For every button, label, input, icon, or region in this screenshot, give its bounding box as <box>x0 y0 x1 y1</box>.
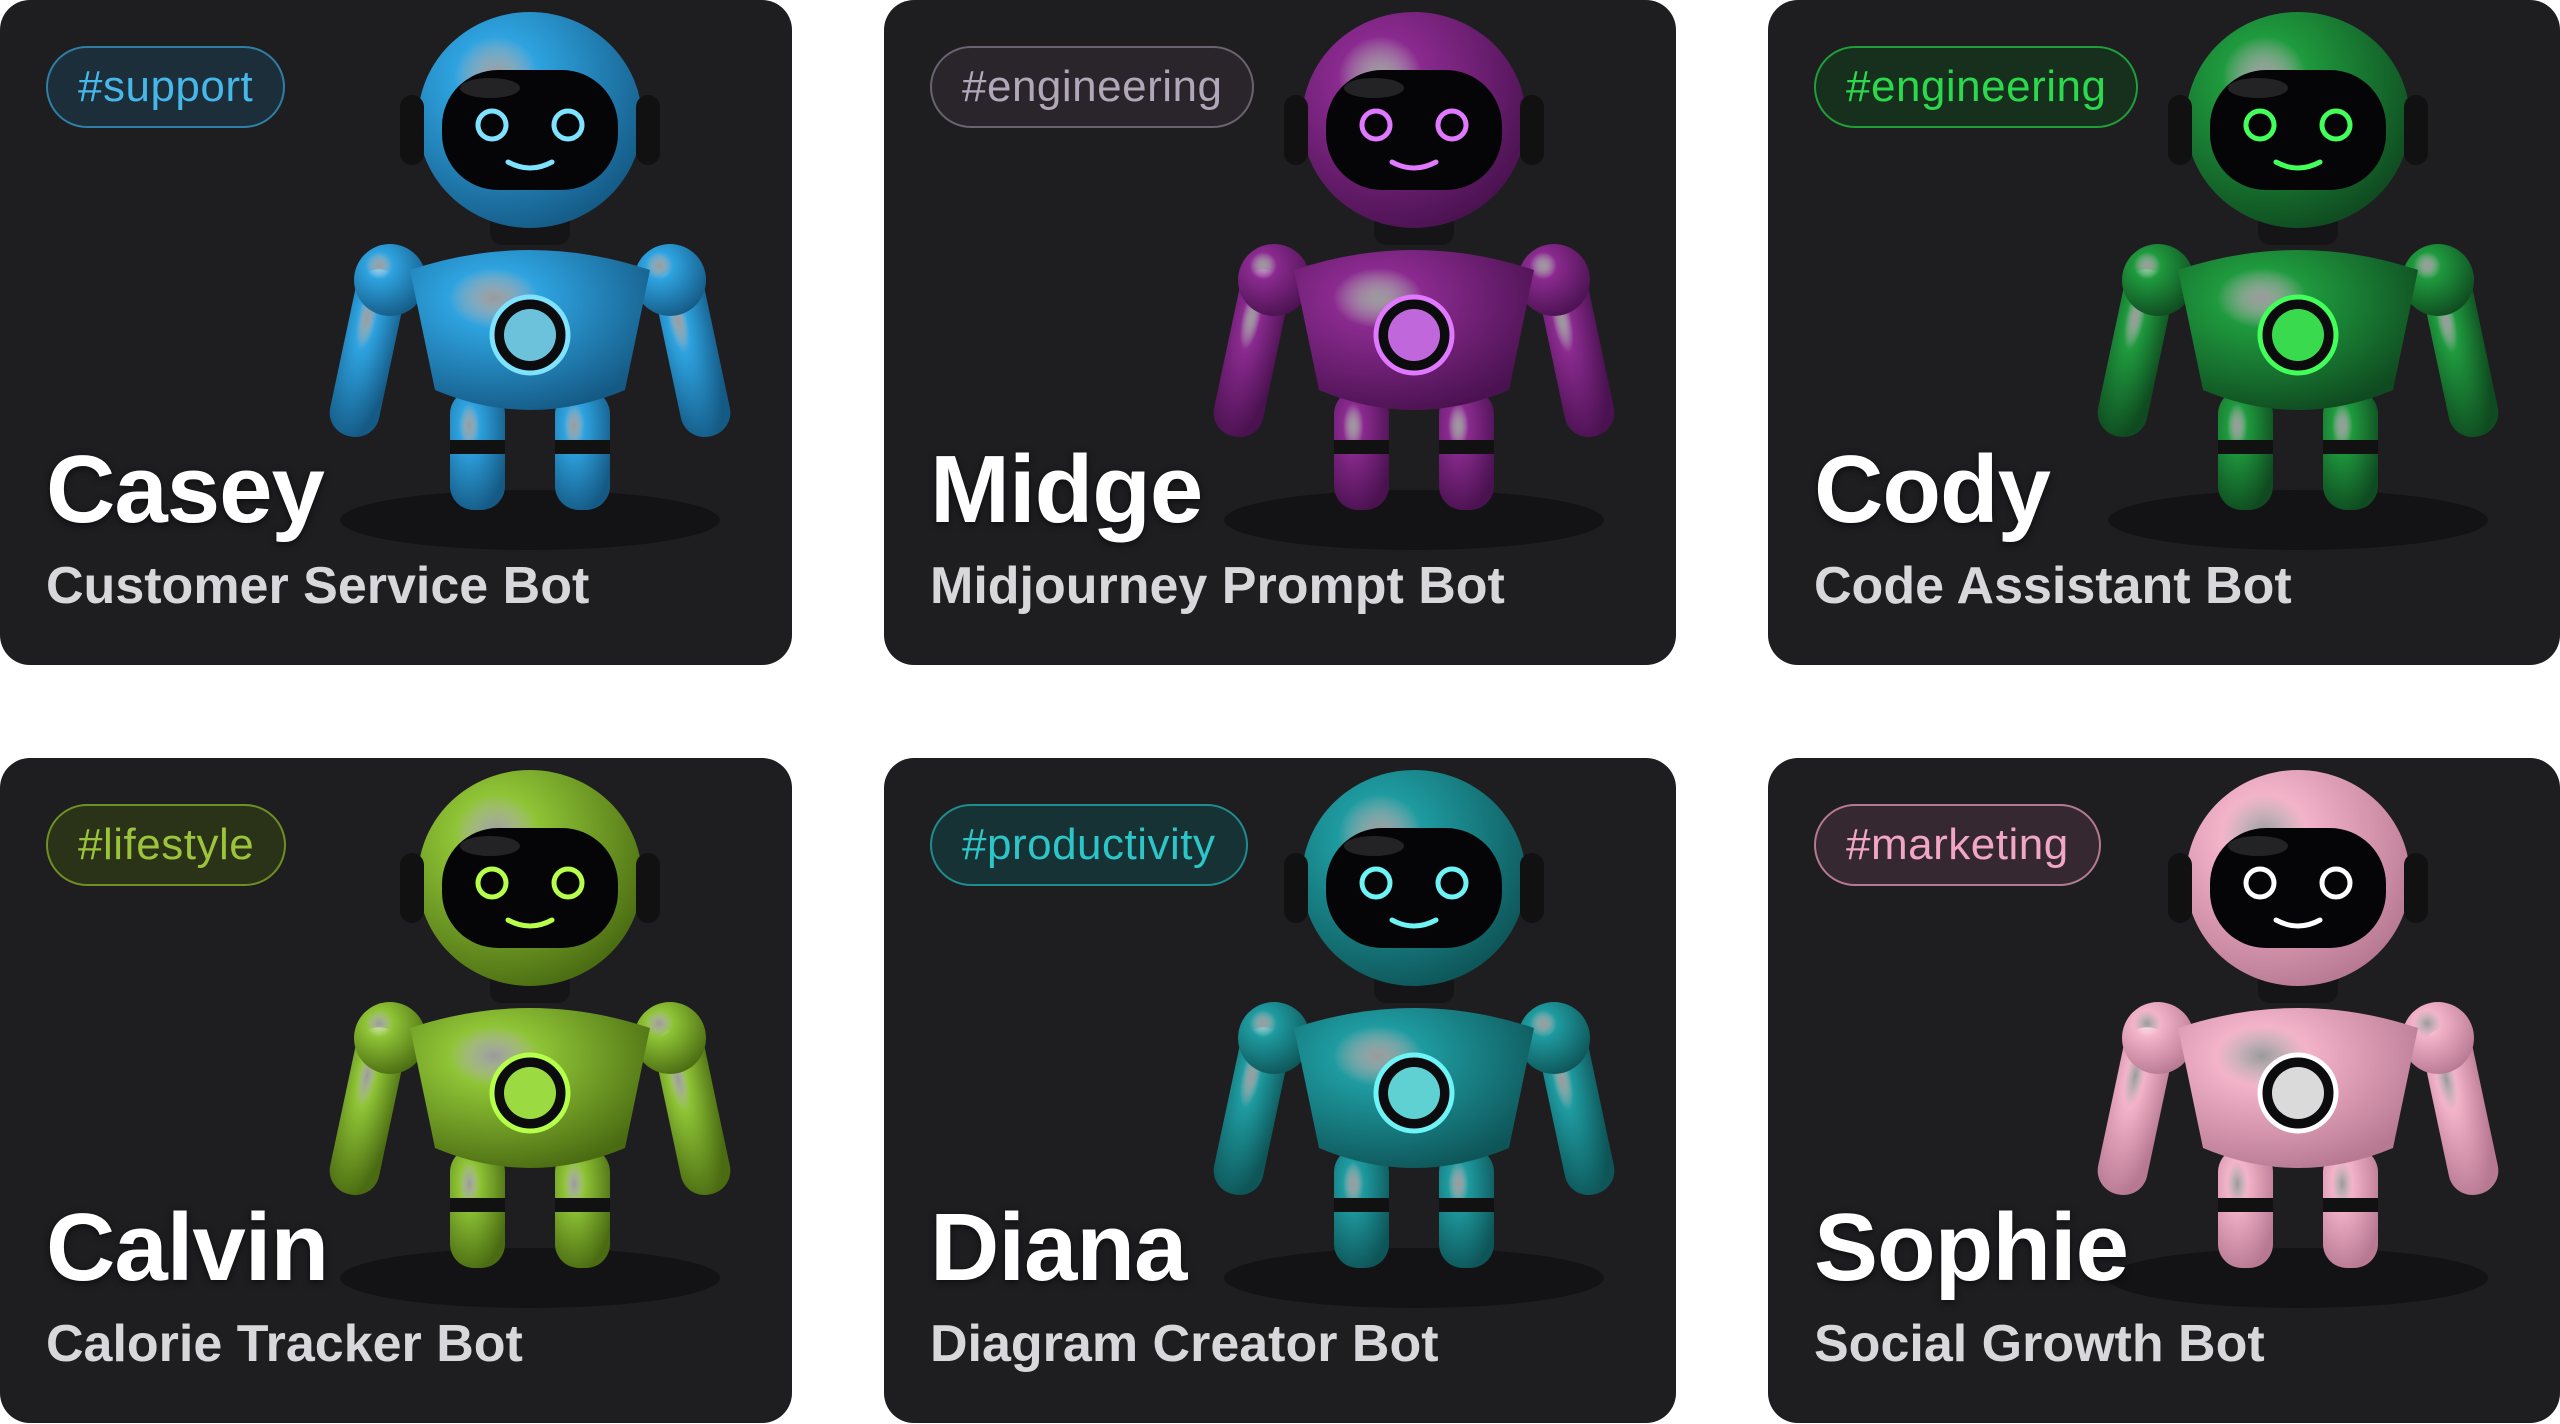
visor-highlight <box>1344 78 1404 98</box>
bot-name: Midge <box>930 436 1203 543</box>
bot-name: Calvin <box>46 1194 329 1301</box>
visor-highlight <box>460 78 520 98</box>
robot-ear <box>400 853 424 923</box>
compass-emblem-glow <box>2272 1067 2324 1119</box>
category-tag[interactable]: #engineering <box>930 46 1255 128</box>
robot-shadow <box>1224 1248 1604 1308</box>
robot-shadow <box>2108 1248 2488 1308</box>
robot-knee-joint <box>450 440 505 454</box>
robot-ear <box>1284 853 1308 923</box>
bot-name: Diana <box>930 1194 1187 1301</box>
robot-knee-joint <box>555 1198 610 1212</box>
robot-ear <box>636 853 660 923</box>
robot-shadow <box>340 1248 720 1308</box>
bot-role: Social Growth Bot <box>1814 1315 2265 1373</box>
category-tag[interactable]: #lifestyle <box>46 804 287 886</box>
bot-role: Calorie Tracker Bot <box>46 1315 523 1373</box>
robot-ear <box>636 95 660 165</box>
bot-role: Code Assistant Bot <box>1814 557 2292 615</box>
bot-name: Cody <box>1814 436 2051 543</box>
robot-knee-joint <box>2323 1198 2378 1212</box>
category-tag[interactable]: #productivity <box>930 804 1248 886</box>
robot-knee-joint <box>555 440 610 454</box>
bot-role: Customer Service Bot <box>46 557 590 615</box>
robot-knee-joint <box>1334 440 1389 454</box>
robot-knee-joint <box>1439 440 1494 454</box>
robot-ear <box>1284 95 1308 165</box>
compass-emblem-glow <box>1388 1067 1440 1119</box>
robot-knee-joint <box>1334 1198 1389 1212</box>
bot-grid: #support Casey Customer Service Bot #eng… <box>0 0 2560 1424</box>
bot-card-casey[interactable]: #support Casey Customer Service Bot <box>0 0 792 665</box>
compass-emblem-glow <box>504 309 556 361</box>
bot-role: Diagram Creator Bot <box>930 1315 1439 1373</box>
bot-card-cody[interactable]: #engineering Cody Code Assistant Bot <box>1768 0 2560 665</box>
robot-knee-joint <box>2218 1198 2273 1212</box>
bot-role: Midjourney Prompt Bot <box>930 557 1505 615</box>
category-tag[interactable]: #engineering <box>1814 46 2139 128</box>
robot-knee-joint <box>2218 440 2273 454</box>
robot-knee-joint <box>1439 1198 1494 1212</box>
visor-highlight <box>460 836 520 856</box>
category-tag[interactable]: #marketing <box>1814 804 2101 886</box>
visor-highlight <box>2228 836 2288 856</box>
bot-name: Casey <box>46 436 325 543</box>
robot-ear <box>1520 853 1544 923</box>
compass-emblem-glow <box>2272 309 2324 361</box>
bot-card-calvin[interactable]: #lifestyle Calvin Calorie Tracker Bot <box>0 758 792 1423</box>
bot-card-sophie[interactable]: #marketing Sophie Social Growth Bot <box>1768 758 2560 1423</box>
robot-knee-joint <box>450 1198 505 1212</box>
robot-shadow <box>1224 490 1604 550</box>
robot-ear <box>2168 853 2192 923</box>
robot-shadow <box>340 490 720 550</box>
robot-ear <box>1520 95 1544 165</box>
visor-highlight <box>2228 78 2288 98</box>
compass-emblem-glow <box>1388 309 1440 361</box>
robot-ear <box>2404 853 2428 923</box>
visor-highlight <box>1344 836 1404 856</box>
bot-name: Sophie <box>1814 1194 2129 1301</box>
robot-ear <box>2404 95 2428 165</box>
robot-knee-joint <box>2323 440 2378 454</box>
robot-ear <box>400 95 424 165</box>
compass-emblem-glow <box>504 1067 556 1119</box>
bot-card-midge[interactable]: #engineering Midge Midjourney Prompt Bot <box>884 0 1676 665</box>
robot-ear <box>2168 95 2192 165</box>
bot-card-diana[interactable]: #productivity Diana Diagram Creator Bot <box>884 758 1676 1423</box>
category-tag[interactable]: #support <box>46 46 286 128</box>
robot-shadow <box>2108 490 2488 550</box>
